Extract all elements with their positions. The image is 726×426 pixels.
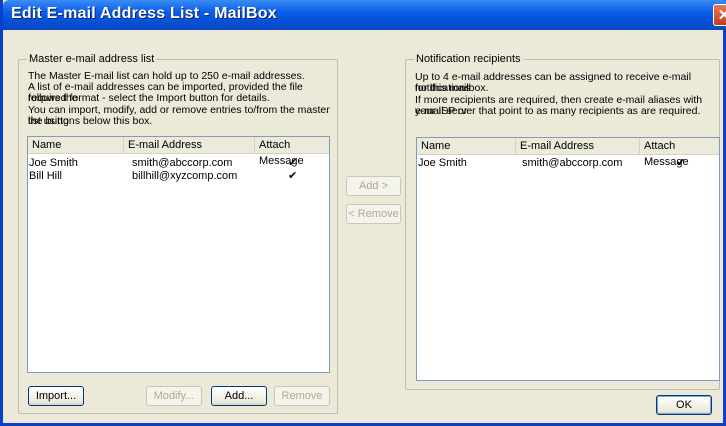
title-bar[interactable]: Edit E-mail Address List - MailBox ✕ — [3, 0, 726, 30]
list-item[interactable]: Bill Hill billhill@xyzcomp.com ✔ — [28, 170, 329, 183]
notify-desc-2b: e-mail server that point to as many reci… — [415, 105, 701, 117]
master-desc-3b: the buttons below this box. — [28, 115, 153, 127]
master-list-group-title: Master e-mail address list — [27, 53, 157, 65]
column-header-name[interactable]: Name — [417, 138, 516, 154]
close-button[interactable]: ✕ — [713, 4, 726, 26]
remove-entry-button[interactable]: Remove — [274, 386, 330, 406]
item-email: billhill@xyzcomp.com — [132, 170, 238, 182]
notification-recipients-group: Notification recipients Up to 4 e-mail a… — [405, 53, 720, 390]
attach-check-icon: ✔ — [288, 170, 298, 182]
column-header-attach[interactable]: Attach Message — [640, 138, 719, 168]
attach-check-icon: ✔ — [676, 157, 686, 169]
ok-button[interactable]: OK — [656, 395, 712, 415]
add-entry-button[interactable]: Add... — [211, 386, 267, 406]
notify-desc-1b: for this mailbox. — [415, 82, 489, 94]
close-icon: ✕ — [717, 7, 726, 24]
add-recipient-button[interactable]: Add > — [346, 176, 401, 196]
notify-list-header: Name E-mail Address Attach Message — [417, 138, 719, 168]
item-name: Joe Smith — [29, 157, 78, 169]
notification-recipient-list[interactable]: Name E-mail Address Attach Message Joe S… — [416, 137, 720, 381]
item-name: Bill Hill — [29, 170, 62, 182]
column-header-name[interactable]: Name — [28, 137, 124, 153]
modify-button[interactable]: Modify... — [146, 386, 202, 406]
column-header-attach[interactable]: Attach Message — [255, 137, 329, 167]
item-name: Joe Smith — [418, 157, 467, 169]
item-email: smith@abccorp.com — [522, 157, 623, 169]
column-header-email[interactable]: E-mail Address — [516, 138, 640, 154]
master-address-list[interactable]: Name E-mail Address Attach Message Joe S… — [27, 136, 330, 373]
dialog-window: Edit E-mail Address List - MailBox ✕ Mas… — [0, 0, 726, 426]
remove-recipient-button[interactable]: < Remove — [346, 204, 401, 224]
column-header-email[interactable]: E-mail Address — [124, 137, 255, 153]
list-item[interactable]: Joe Smith smith@abccorp.com ✔ — [417, 157, 719, 170]
window-title: Edit E-mail Address List - MailBox — [11, 5, 277, 22]
attach-check-icon: ✔ — [288, 157, 298, 169]
notification-group-title: Notification recipients — [414, 53, 523, 65]
list-item[interactable]: Joe Smith smith@abccorp.com ✔ — [28, 157, 329, 170]
master-desc-2b: required format - select the Import butt… — [28, 92, 270, 104]
master-list-group: Master e-mail address list The Master E-… — [18, 53, 338, 414]
dialog-body: Master e-mail address list The Master E-… — [3, 30, 723, 423]
import-button[interactable]: Import... — [28, 386, 84, 406]
master-list-header: Name E-mail Address Attach Message — [28, 137, 329, 167]
item-email: smith@abccorp.com — [132, 157, 233, 169]
